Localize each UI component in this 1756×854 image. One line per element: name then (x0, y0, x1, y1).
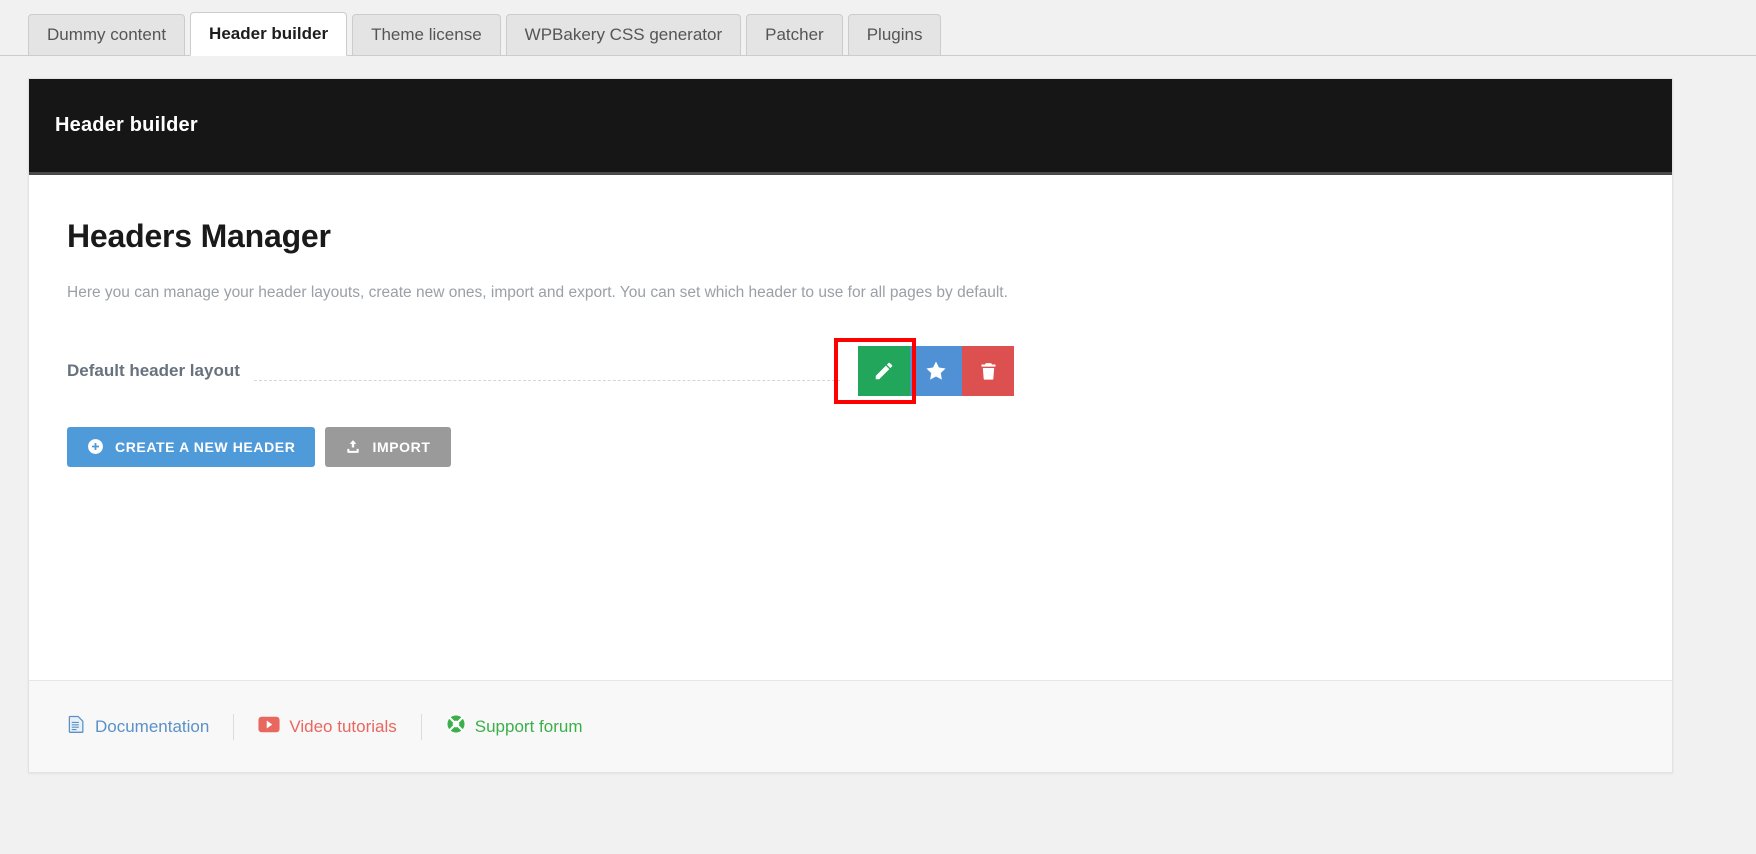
page-title: Headers Manager (67, 218, 331, 254)
create-new-header-label: CREATE A NEW HEADER (115, 438, 296, 455)
plus-circle-icon (87, 438, 104, 455)
import-label: IMPORT (372, 438, 431, 455)
support-forum-label: Support forum (474, 716, 583, 736)
video-tutorials-label: Video tutorials (289, 716, 397, 736)
delete-header-button[interactable] (962, 345, 1014, 396)
header-builder-panel: Header builder Headers Manager Here you … (28, 78, 1673, 773)
tab-label: Theme license (371, 25, 482, 44)
settings-tab-bar: Dummy content Header builder Theme licen… (0, 0, 1756, 56)
panel-header-bar: Header builder (29, 79, 1672, 175)
tab-label: Dummy content (47, 25, 167, 44)
header-layout-row: Default header layout (67, 337, 1634, 404)
footer-divider (233, 713, 235, 740)
page-description: Here you can manage your header layouts,… (67, 284, 1008, 302)
panel-body: Headers Manager Here you can manage your… (29, 175, 1672, 680)
footer-divider (420, 713, 422, 740)
tab-dummy-content[interactable]: Dummy content (28, 14, 186, 56)
tab-theme-license[interactable]: Theme license (352, 14, 501, 56)
panel-wrapper: Header builder Headers Manager Here you … (0, 56, 1756, 773)
support-forum-link[interactable]: Support forum (446, 714, 583, 739)
panel-header-title: Header builder (55, 114, 198, 136)
documentation-label: Documentation (95, 716, 210, 736)
document-icon (67, 714, 86, 739)
import-button[interactable]: IMPORT (325, 426, 451, 467)
header-layout-name: Default header layout (67, 360, 254, 381)
star-icon (924, 359, 948, 383)
edit-header-button[interactable] (858, 345, 910, 396)
lifebuoy-icon (446, 714, 466, 739)
row-dashed-divider (253, 380, 840, 382)
action-button-row: CREATE A NEW HEADER IMPORT (67, 426, 1634, 467)
tab-header-builder[interactable]: Header builder (190, 12, 348, 56)
tab-plugins[interactable]: Plugins (847, 14, 942, 56)
upload-icon (345, 438, 361, 455)
panel-footer: Documentation Video tutorials Support fo… (29, 680, 1672, 772)
pencil-icon (873, 360, 895, 382)
tab-wpbakery-css-generator[interactable]: WPBakery CSS generator (505, 14, 742, 56)
video-tutorials-link[interactable]: Video tutorials (258, 716, 397, 738)
documentation-link[interactable]: Documentation (67, 714, 209, 739)
tab-patcher[interactable]: Patcher (746, 14, 843, 56)
tab-label: Patcher (765, 25, 824, 44)
youtube-play-icon (258, 716, 280, 738)
tab-label: Plugins (866, 25, 923, 44)
set-default-header-button[interactable] (910, 345, 962, 396)
create-new-header-button[interactable]: CREATE A NEW HEADER (67, 426, 316, 467)
tab-label: Header builder (209, 24, 329, 43)
header-row-action-group (834, 337, 1014, 404)
trash-icon (978, 360, 999, 382)
tab-label: WPBakery CSS generator (524, 25, 723, 44)
